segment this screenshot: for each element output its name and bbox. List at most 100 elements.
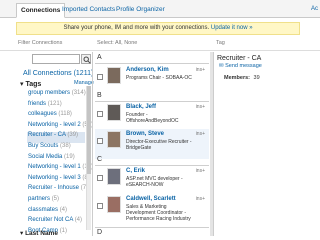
last-name-label: Last Name [25,230,58,237]
letter-header-d: D [97,229,103,236]
contact-headline-3: Performance Racing Industry [126,216,191,222]
contact-headline-2: BridgeGate [126,145,152,151]
tag-item[interactable]: Networking - level 1 (14) [27,164,93,175]
contact-photo [107,168,121,185]
contact-headline-2: OffshoreAndBeyondOC [126,118,179,124]
header-divider [0,50,320,51]
contact-checkbox[interactable] [97,175,103,181]
tab-bar: Connections Imported Contacts Profile Or… [0,0,320,18]
tag-count: (1) [59,227,68,234]
tag-list-scrollbar[interactable] [86,86,91,230]
contact-photo [107,104,121,121]
tag-name: Recruiter - CA [28,132,66,139]
members-value: 39 [253,75,260,81]
left-column-divider [92,52,93,236]
tag-item[interactable]: Buy Scouts (38) [27,143,85,154]
tag-count: (314) [71,90,86,96]
tag-item[interactable]: Recruiter - Inhouse (7) [27,185,88,196]
right-column-divider [213,52,214,236]
tag-name: friends [28,100,47,107]
update-link[interactable]: Update it now » [211,25,253,31]
tab-profile-organizer[interactable]: Profile Organizer [112,3,169,18]
filter-connections-header: Filter Connections [18,40,63,46]
contact-name[interactable]: Black, Jeff [126,104,156,110]
contact-card[interactable]: Black, Jeff Founder - OffshoreAndBeyondO… [95,102,209,132]
collapse-arrow-icon: ▾ [20,81,24,88]
letter-divider [95,227,209,228]
contact-headline: Programs Chair - SOBAA-OC [126,75,192,81]
contact-checkbox[interactable] [97,138,103,144]
send-message-icon: ✉ [219,63,224,69]
contact-photo [107,196,121,213]
contact-badge: ins+ [195,131,205,137]
tag-list-scroll-thumb[interactable] [87,86,91,174]
letter-header-a: A [97,54,102,61]
contact-badge: ins+ [195,67,205,73]
tag-header: Tag [216,40,225,46]
update-banner: Share your phone, IM and more with your … [16,22,300,35]
tag-name: colleagues [28,111,57,118]
tab-add[interactable]: Ac [311,6,318,12]
contact-name[interactable]: C, Erik [126,168,145,174]
contact-checkbox[interactable] [97,203,103,209]
tags-toggle[interactable]: ▾ Tags [20,80,41,88]
tag-name: Networking - level 3 [28,174,81,181]
tag-item[interactable]: colleagues (118) [27,111,85,122]
contact-photo [107,131,121,148]
last-name-toggle[interactable]: ▾ Last Name [20,229,58,237]
tag-item[interactable]: Social Media (19) [27,154,85,165]
tag-name: group members [28,90,71,96]
tag-count: (4) [74,217,83,224]
contact-photo [107,67,121,84]
members-label: Members: [224,75,250,81]
contact-name[interactable]: Brown, Steve [126,131,164,137]
tag-name: Networking - level 2 [28,121,81,128]
contact-name[interactable]: Anderson, Kim [126,67,169,73]
contact-checkbox[interactable] [97,111,103,117]
letter-header-c: C [97,156,103,163]
contact-checkbox[interactable] [97,74,103,80]
tag-item[interactable]: friends (121) [27,101,85,112]
select-all-none[interactable]: Select: All, None [97,40,137,49]
contact-card[interactable]: Caldwell, Scarlett Sales & Marketing Dev… [95,194,209,226]
tag-count: (5) [51,195,60,202]
contact-badge: ins+ [195,196,205,202]
tag-panel-title: Recruiter - CA [217,55,262,62]
tag-item[interactable]: classmates (4) [27,207,85,218]
letter-divider [95,63,209,64]
send-message-label: Send message [225,63,262,69]
tag-item[interactable]: group members (314) [27,90,86,101]
tag-count: (39) [67,132,79,139]
tab-imported-contacts[interactable]: Imported Contacts [58,3,119,18]
contact-list-scrollbar[interactable] [210,52,213,236]
search-icon [83,56,91,64]
tag-count: (19) [64,153,75,160]
contact-name[interactable]: Caldwell, Scarlett [126,196,176,202]
tag-count: (38) [60,142,71,149]
tag-name: Buy Scouts [28,142,59,149]
contact-card[interactable]: Anderson, Kim Programs Chair - SOBAA-OC … [95,65,209,95]
search-input[interactable] [32,54,80,64]
tag-name: classmates [28,206,59,213]
contact-card[interactable]: C, Erik ASP.net MVC developer - eSEARCH-… [95,166,209,196]
contact-card[interactable]: Brown, Steve Director-Executive Recruite… [95,129,209,159]
tag-item[interactable]: partners (5) [27,196,85,207]
all-connections-link[interactable]: All Connections (1211) [23,70,93,77]
tag-name: Recruiter Not CA [28,217,74,224]
tag-count: (118) [58,111,72,118]
letter-header-b: B [97,92,102,99]
collapse-arrow-icon: ▾ [20,230,24,237]
tag-item[interactable]: Networking - level 3 (8) [27,174,90,186]
tag-item[interactable]: Recruiter Not CA (4) [27,217,85,228]
tag-name: partners [28,195,51,202]
tags-label: Tags [25,81,42,88]
contact-headline-2: eSEARCH-NOW [126,182,164,188]
search-button[interactable] [81,54,91,64]
tag-item[interactable]: Recruiter - CA (39) [27,132,85,143]
tag-name: Recruiter - Inhouse [28,185,80,192]
tag-item[interactable]: Networking - level 2 (56) [27,121,93,133]
send-message-link[interactable]: ✉ Send message [219,63,262,69]
contact-badge: ins+ [195,168,205,174]
tag-list: group members (314) friends (121) colleagu… [27,90,93,238]
tag-count: (121) [47,100,62,107]
